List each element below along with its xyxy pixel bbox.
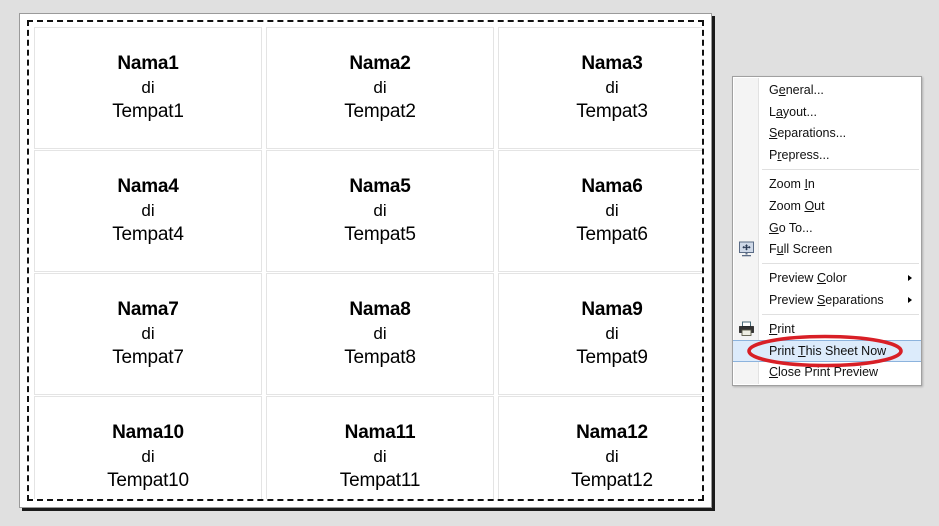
menu-item-label: Separations... [769, 126, 847, 141]
label-card-name: Nama8 [349, 299, 411, 321]
label-card-separator-word: di [605, 200, 619, 220]
label-card: Nama11 di Tempat11 [266, 396, 494, 499]
menu-item-print-this-sheet-now[interactable]: Print This Sheet Now [733, 339, 921, 362]
print-preview-context-menu[interactable]: General... Layout... Separations... Prepres… [732, 76, 922, 387]
label-card-name: Nama3 [581, 53, 643, 75]
label-card-place: Tempat7 [112, 347, 184, 369]
label-card-name: Nama1 [117, 53, 179, 75]
label-card-separator-word: di [373, 200, 387, 220]
label-card-name: Nama12 [576, 422, 648, 444]
menu-item-label: Print [769, 321, 795, 336]
menu-item-label: Preview Separations [769, 293, 884, 308]
menu-item-label: Full Screen [769, 242, 833, 257]
menu-item-preview-color[interactable]: Preview Color [733, 267, 921, 289]
label-card-separator-word: di [141, 323, 155, 343]
label-card-separator-word: di [373, 77, 387, 97]
label-card-place: Tempat9 [576, 347, 648, 369]
menu-item-prepress[interactable]: Prepress... [733, 144, 921, 166]
menu-item-label: Close Print Preview [769, 365, 879, 380]
menu-item-full-screen[interactable]: Full Screen [733, 239, 921, 261]
label-card-grid: Nama1 di Tempat1 Nama2 di Tempat2 Nama3 di Tempa… [31, 24, 702, 499]
label-card-separator-word: di [373, 446, 387, 466]
menu-item-general[interactable]: General... [733, 79, 921, 101]
menu-item-preview-separations[interactable]: Preview Separations [733, 289, 921, 311]
print-preview-page[interactable]: Nama1 di Tempat1 Nama2 di Tempat2 Nama3 di Tempa… [19, 13, 712, 508]
label-card: Nama6 di Tempat6 [498, 150, 702, 272]
label-card-place: Tempat6 [576, 224, 648, 246]
menu-item-label: General... [769, 82, 824, 97]
label-card-place: Tempat11 [339, 470, 421, 492]
label-card-separator-word: di [605, 323, 619, 343]
menu-item-label: Go To... [769, 220, 813, 235]
menu-item-separations[interactable]: Separations... [733, 123, 921, 145]
label-card-place: Tempat10 [107, 470, 189, 492]
label-card-separator-word: di [605, 446, 619, 466]
label-card: Nama3 di Tempat3 [498, 27, 702, 149]
menu-separator [762, 263, 919, 265]
label-card-place: Tempat5 [344, 224, 416, 246]
label-card-name: Nama10 [112, 422, 184, 444]
menu-item-label: Preview Color [769, 271, 847, 286]
label-card-name: Nama7 [117, 299, 179, 321]
label-card: Nama9 di Tempat9 [498, 273, 702, 395]
menu-item-label: Zoom In [769, 177, 815, 192]
label-card-separator-word: di [605, 77, 619, 97]
menu-separator [762, 313, 919, 315]
label-card-place: Tempat2 [344, 101, 416, 123]
menu-item-list: General... Layout... Separations... Prepres… [733, 79, 921, 383]
label-card-place: Tempat3 [576, 101, 648, 123]
label-card: Nama10 di Tempat10 [34, 396, 262, 499]
label-card-name: Nama9 [581, 299, 643, 321]
label-card: Nama1 di Tempat1 [34, 27, 262, 149]
menu-item-close-print-preview[interactable]: Close Print Preview [733, 362, 921, 384]
label-card: Nama7 di Tempat7 [34, 273, 262, 395]
full-screen-icon [738, 241, 755, 258]
label-card-separator-word: di [141, 200, 155, 220]
menu-item-print[interactable]: Print [733, 318, 921, 340]
label-card-name: Nama11 [344, 422, 416, 444]
label-card-place: Tempat1 [112, 101, 184, 123]
label-card-name: Nama6 [581, 176, 643, 198]
label-card-place: Tempat4 [112, 224, 184, 246]
label-card: Nama4 di Tempat4 [34, 150, 262, 272]
label-card-name: Nama2 [349, 53, 411, 75]
label-card-name: Nama5 [349, 176, 411, 198]
label-card-place: Tempat12 [571, 470, 653, 492]
menu-item-label: Zoom Out [769, 198, 825, 213]
submenu-arrow-icon [908, 275, 912, 282]
menu-item-zoom-in[interactable]: Zoom In [733, 173, 921, 195]
menu-item-go-to[interactable]: Go To... [733, 217, 921, 239]
submenu-arrow-icon [908, 297, 912, 304]
label-card: Nama5 di Tempat5 [266, 150, 494, 272]
label-card: Nama8 di Tempat8 [266, 273, 494, 395]
menu-item-layout[interactable]: Layout... [733, 101, 921, 123]
menu-item-label: Prepress... [769, 148, 830, 163]
menu-item-label: Print This Sheet Now [769, 343, 887, 358]
menu-separator [762, 169, 919, 171]
page-margin-guide: Nama1 di Tempat1 Nama2 di Tempat2 Nama3 di Tempa… [27, 20, 704, 501]
menu-item-zoom-out[interactable]: Zoom Out [733, 195, 921, 217]
label-card-separator-word: di [373, 323, 387, 343]
label-card: Nama2 di Tempat2 [266, 27, 494, 149]
label-card-place: Tempat8 [344, 347, 416, 369]
label-card-name: Nama4 [117, 176, 179, 198]
printer-icon [738, 320, 755, 337]
label-card-separator-word: di [141, 446, 155, 466]
label-card: Nama12 di Tempat12 [498, 396, 702, 499]
menu-item-label: Layout... [769, 104, 817, 119]
label-card-separator-word: di [141, 77, 155, 97]
